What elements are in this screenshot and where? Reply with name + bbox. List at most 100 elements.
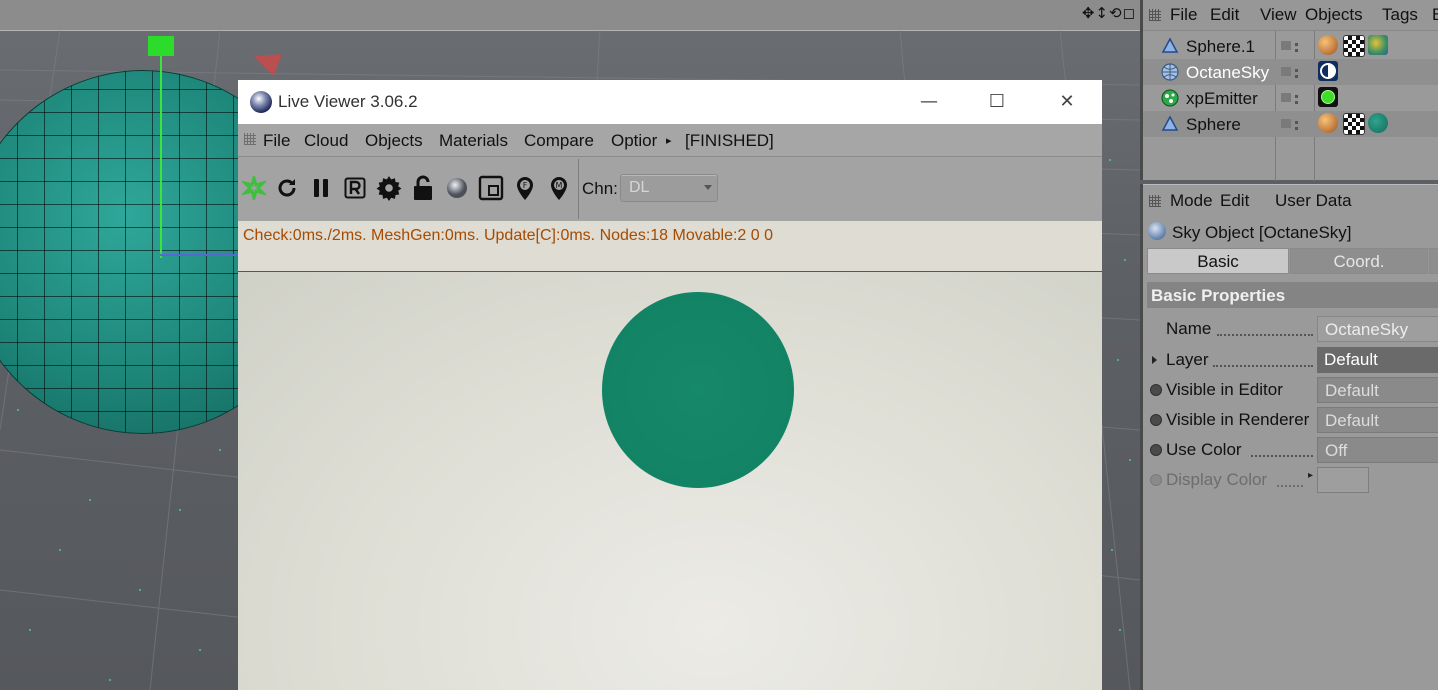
expand-arrow-icon: ▸ [1308, 470, 1314, 481]
render-visibility-toggle[interactable] [1295, 40, 1298, 52]
octane-logo-icon[interactable] [241, 175, 267, 201]
menu-overflow-icon[interactable]: ▸ [666, 134, 672, 147]
object-name: xpEmitter [1186, 89, 1258, 108]
editor-visibility-toggle[interactable] [1281, 119, 1291, 128]
tab-basic[interactable]: Basic [1147, 248, 1289, 274]
render-view[interactable] [238, 272, 1102, 690]
close-button[interactable]: ✕ [1052, 90, 1082, 114]
object-name: Sphere.1 [1186, 37, 1255, 56]
texture-tag-icon[interactable] [1343, 113, 1365, 135]
sky-object-icon [1161, 63, 1179, 81]
material-preview-icon[interactable] [1368, 113, 1388, 133]
attribute-manager-panel: Mode Edit User Data Sky Object [OctaneSk… [1140, 184, 1438, 690]
object-row-sphere[interactable]: Sphere [1143, 111, 1438, 137]
am-menu-user-data[interactable]: User Data [1275, 191, 1352, 211]
sky-tag-icon[interactable] [1318, 61, 1338, 81]
y-axis-handle[interactable] [148, 36, 174, 56]
om-menu-edit[interactable]: Edit [1210, 5, 1239, 25]
object-name: Sphere [1186, 115, 1241, 134]
visible-in-renderer-select[interactable]: Default [1317, 407, 1438, 433]
use-color-select[interactable]: Off [1317, 437, 1438, 463]
texture-tag-icon[interactable] [1343, 35, 1365, 57]
material-preview-icon[interactable] [1368, 35, 1388, 55]
om-menu-objects[interactable]: Objects [1305, 5, 1363, 25]
prop-visible-renderer: Visible in Renderer Default [1143, 405, 1438, 435]
menu-grip-icon [1149, 9, 1161, 21]
layer-field[interactable]: Default [1317, 347, 1438, 373]
object-row-octanesky[interactable]: OctaneSky [1143, 59, 1438, 85]
region-render-icon[interactable] [478, 175, 504, 201]
r-icon[interactable] [342, 175, 368, 201]
object-row-sphere-1[interactable]: Sphere.1 [1143, 33, 1438, 59]
prop-label: Visible in Editor [1166, 380, 1283, 399]
render-visibility-toggle[interactable] [1295, 66, 1298, 78]
tab-coord[interactable]: Coord. [1290, 248, 1428, 274]
svg-text:M: M [556, 181, 563, 190]
menu-compare[interactable]: Compare [524, 131, 594, 151]
refresh-icon[interactable] [274, 175, 300, 201]
pause-icon[interactable] [308, 175, 334, 201]
section-header[interactable]: Basic Properties [1147, 282, 1438, 308]
menu-objects[interactable]: Objects [365, 131, 423, 151]
render-visibility-toggle[interactable] [1295, 118, 1298, 130]
render-state-label: [FINISHED] [685, 131, 774, 150]
viewport-navigation-icons[interactable]: ✥↕⟲◻ [1082, 4, 1136, 22]
menu-options[interactable]: Optior [611, 131, 657, 151]
animation-key-icon[interactable] [1150, 444, 1162, 456]
sky-object-icon [1148, 222, 1166, 240]
om-menu-tags[interactable]: Tags [1382, 5, 1418, 25]
gear-icon[interactable] [376, 175, 402, 201]
prop-layer: Layer Default [1143, 345, 1438, 375]
am-menu-edit[interactable]: Edit [1220, 191, 1249, 211]
emitter-tag-icon[interactable] [1318, 87, 1338, 107]
menu-file[interactable]: File [263, 131, 290, 151]
menu-cloud[interactable]: Cloud [304, 131, 348, 151]
visible-in-editor-select[interactable]: Default [1317, 377, 1438, 403]
label-leader [1277, 483, 1303, 487]
material-ball-icon[interactable] [444, 175, 470, 201]
live-viewer-toolbar: F M Chn: DL [238, 157, 1102, 221]
expand-arrow-icon[interactable] [1152, 356, 1157, 364]
live-viewer-menubar: File Cloud Objects Materials Compare Opt… [238, 124, 1102, 157]
lock-open-icon[interactable] [410, 175, 436, 201]
om-menu-view[interactable]: View [1260, 5, 1297, 25]
am-menu-mode[interactable]: Mode [1170, 191, 1213, 211]
object-name: OctaneSky [1186, 63, 1270, 82]
display-color-swatch [1317, 467, 1369, 493]
prop-label: Display Color [1166, 470, 1268, 489]
editor-visibility-toggle[interactable] [1281, 67, 1291, 76]
object-row-xpemitter[interactable]: xpEmitter [1143, 85, 1438, 111]
animation-key-icon[interactable] [1150, 384, 1162, 396]
maximize-button[interactable]: ☐ [982, 90, 1012, 114]
cinema4d-logo-icon [250, 91, 272, 113]
pin-m-icon[interactable]: M [546, 175, 572, 201]
minimize-button[interactable]: — [914, 90, 944, 114]
render-status-text: Check:0ms./2ms. MeshGen:0ms. Update[C]:0… [243, 227, 774, 244]
editor-visibility-toggle[interactable] [1281, 41, 1291, 50]
x-axis-line [160, 254, 240, 256]
sphere-object-icon [1161, 115, 1179, 131]
animation-key-icon[interactable] [1150, 414, 1162, 426]
window-title: Live Viewer 3.06.2 [278, 92, 418, 111]
channel-select[interactable]: DL [620, 174, 718, 202]
pin-f-icon[interactable]: F [512, 175, 538, 201]
y-axis-line [160, 48, 162, 258]
live-viewer-titlebar[interactable]: Live Viewer 3.06.2 — ☐ ✕ [238, 80, 1102, 124]
object-list: Sphere.1 OctaneSky xpEmitter Sphere [1143, 31, 1438, 181]
name-field[interactable]: OctaneSky [1317, 316, 1438, 342]
channel-label: Chn: [582, 179, 618, 198]
menu-materials[interactable]: Materials [439, 131, 508, 151]
object-manager-menubar: File Edit View Objects Tags B [1143, 0, 1438, 31]
menu-grip-icon [244, 133, 256, 145]
tab-more[interactable] [1429, 248, 1438, 274]
menu-grip-icon [1149, 195, 1161, 207]
material-tag-icon[interactable] [1318, 113, 1338, 133]
om-menu-more[interactable]: B [1432, 5, 1438, 25]
rendered-sphere [602, 292, 794, 488]
render-visibility-toggle[interactable] [1295, 92, 1298, 104]
om-menu-file[interactable]: File [1170, 5, 1197, 25]
prop-label: Use Color [1166, 440, 1242, 459]
editor-visibility-toggle[interactable] [1281, 93, 1291, 102]
material-tag-icon[interactable] [1318, 35, 1338, 55]
chevron-down-icon [704, 185, 712, 190]
